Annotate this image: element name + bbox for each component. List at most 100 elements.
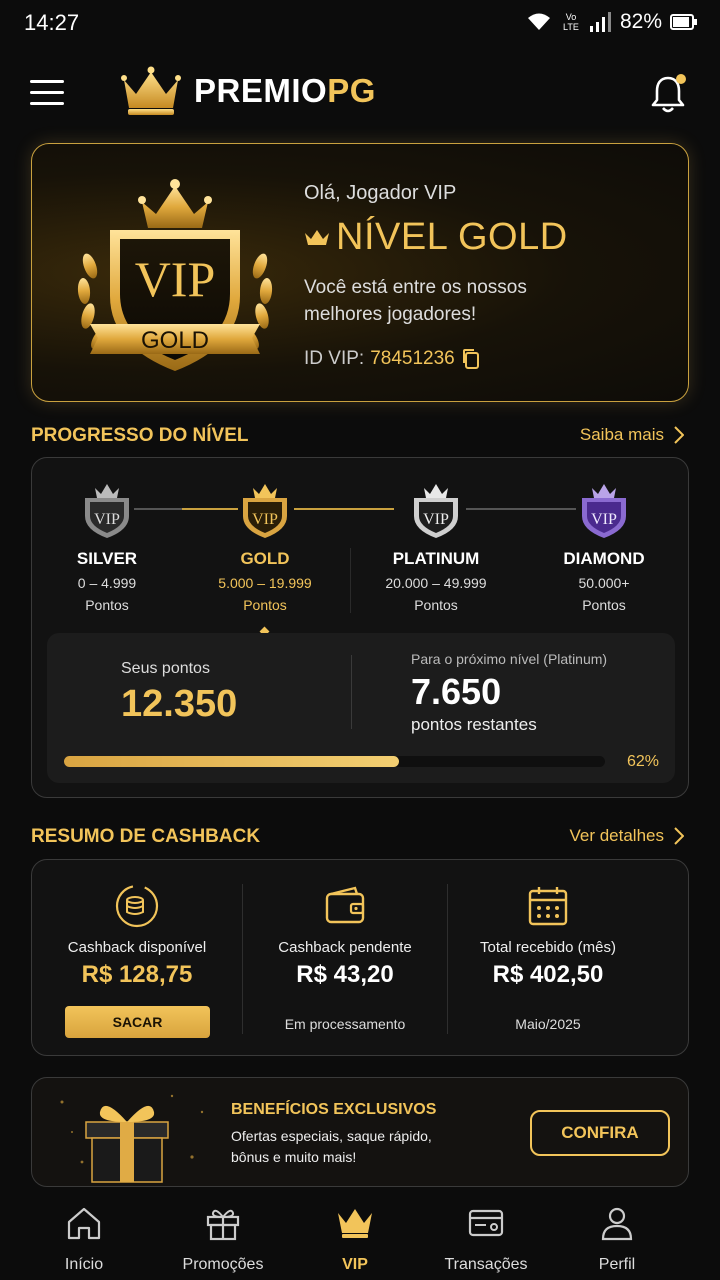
hero-level: NÍVEL GOLD xyxy=(304,216,568,259)
tier-diamond[interactable]: VIP DIAMOND 50.000+ Pontos xyxy=(529,476,679,613)
signal-icon xyxy=(589,12,611,32)
status-time: 14:27 xyxy=(24,10,80,35)
tier-unit: Pontos xyxy=(582,597,626,613)
svg-text:VIP: VIP xyxy=(591,511,617,528)
nav-transacoes[interactable]: Transações xyxy=(426,1203,546,1274)
cashback-pending: Cashback pendente R$ 43,20 Em processame… xyxy=(243,860,447,1057)
cashback-details-link[interactable]: Ver detalhes xyxy=(569,826,684,846)
points-divider xyxy=(351,655,352,729)
nav-inicio[interactable]: Início xyxy=(24,1203,144,1274)
hero-level-text: NÍVEL GOLD xyxy=(336,216,568,258)
diamond-shield-icon: VIP xyxy=(582,484,626,538)
home-icon xyxy=(67,1207,101,1240)
vip-id-value: 78451236 xyxy=(370,348,455,369)
badge-gold-text: GOLD xyxy=(141,327,209,354)
svg-text:VIP: VIP xyxy=(423,511,449,528)
cashback-available-label: Cashback disponível xyxy=(67,939,207,956)
points-panel: Seus pontos 12.350 Para o próximo nível … xyxy=(47,633,675,783)
calendar-icon xyxy=(528,887,568,926)
card-receipt-icon xyxy=(468,1209,504,1237)
gift-icon xyxy=(206,1209,240,1241)
tier-gold[interactable]: VIP GOLD 5.000 – 19.999 Pontos xyxy=(190,476,340,613)
progress-more-label: Saiba mais xyxy=(579,425,664,444)
vip-id-label: ID VIP: xyxy=(304,348,365,369)
vip-id: ID VIP: 78451236 xyxy=(304,348,481,370)
crown-icon xyxy=(305,229,329,245)
gift-box-icon xyxy=(60,1094,204,1183)
bottom-nav: Início Promoções VIP Transações Perfil xyxy=(0,1195,720,1280)
cashback-total-value: R$ 402,50 xyxy=(492,961,604,988)
svg-text:VIP: VIP xyxy=(252,511,278,528)
cashback-total: Total recebido (mês) R$ 402,50 Maio/2025 xyxy=(448,860,648,1057)
vip-hero-card: VIP GOLD Olá, Jogador VIP NÍVEL GOLD Voc… xyxy=(31,143,689,402)
logo: PREMIOPG xyxy=(120,64,376,118)
wallet-icon xyxy=(325,886,365,924)
tier-silver[interactable]: VIP SILVER 0 – 4.999 Pontos xyxy=(32,476,182,613)
progress-section-title: PROGRESSO DO NÍVEL xyxy=(31,425,249,446)
wifi-icon xyxy=(527,13,550,30)
cashback-total-period: Maio/2025 xyxy=(515,1016,581,1032)
next-level-label: Para o próximo nível (Platinum) xyxy=(411,651,608,667)
svg-text:VIP: VIP xyxy=(94,511,120,528)
menu-icon xyxy=(30,80,64,83)
badge-vip-text: VIP xyxy=(135,251,216,307)
tier-range: 50.000+ xyxy=(578,575,630,591)
nav-promocoes[interactable]: Promoções xyxy=(163,1203,283,1274)
hero-greeting: Olá, Jogador VIP xyxy=(304,182,457,204)
cashback-available: Cashback disponível R$ 128,75 SACAR xyxy=(32,860,242,1057)
tier-range: 5.000 – 19.999 xyxy=(218,575,312,591)
platinum-shield-icon: VIP xyxy=(414,484,458,538)
nav-vip[interactable]: VIP xyxy=(295,1203,415,1274)
tier-name: PLATINUM xyxy=(392,549,480,568)
status-indicators: Vo LTE 82% xyxy=(526,10,698,34)
cashback-details-label: Ver detalhes xyxy=(569,826,664,845)
chevron-right-icon xyxy=(674,827,684,845)
points-value: 12.350 xyxy=(121,683,238,725)
confira-button[interactable]: CONFIRA xyxy=(530,1110,670,1156)
chevron-right-icon xyxy=(674,426,684,444)
nav-label: Promoções xyxy=(182,1256,264,1273)
battery-percent: 82% xyxy=(619,10,662,33)
cashback-pending-value: R$ 43,20 xyxy=(296,961,394,988)
cashback-card: Cashback disponível R$ 128,75 SACAR Cash… xyxy=(31,859,689,1056)
user-icon xyxy=(601,1207,633,1241)
cashback-available-value: R$ 128,75 xyxy=(81,961,193,988)
cashback-pending-status: Em processamento xyxy=(284,1016,406,1032)
tier-name: DIAMOND xyxy=(563,549,645,568)
nav-perfil[interactable]: Perfil xyxy=(557,1203,677,1274)
progress-bar-fill xyxy=(64,756,400,767)
tier-platinum[interactable]: VIP PLATINUM 20.000 – 49.999 Pontos xyxy=(361,476,511,613)
tier-name: GOLD xyxy=(240,549,290,568)
tier-range: 0 – 4.999 xyxy=(77,575,137,591)
notifications-button[interactable] xyxy=(650,74,686,114)
notification-dot xyxy=(676,74,686,84)
cashback-total-label: Total recebido (mês) xyxy=(480,939,616,956)
menu-button[interactable] xyxy=(30,80,64,106)
copy-icon[interactable] xyxy=(461,348,481,370)
benefits-banner[interactable]: BENEFÍCIOS EXCLUSIVOS Ofertas especiais,… xyxy=(31,1077,689,1187)
points-label: Seus pontos xyxy=(121,660,210,677)
hero-description: Você está entre os nossos melhores jogad… xyxy=(304,277,527,325)
withdraw-button[interactable]: SACAR xyxy=(65,1006,210,1038)
crown-logo-icon xyxy=(121,66,181,115)
nav-label: Início xyxy=(64,1256,104,1273)
crown-icon xyxy=(338,1209,372,1238)
tier-unit: Pontos xyxy=(414,597,458,613)
next-level-value: 7.650 xyxy=(411,671,502,712)
progress-card: VIP SILVER 0 – 4.999 Pontos VIP GOLD 5.0… xyxy=(31,457,689,798)
tier-unit: Pontos xyxy=(85,597,129,613)
app-header: PREMIOPG xyxy=(0,58,720,130)
nav-label: VIP xyxy=(342,1256,368,1273)
next-level-sub: pontos restantes xyxy=(411,715,537,734)
battery-icon xyxy=(670,14,697,30)
nav-label: Transações xyxy=(444,1256,528,1273)
coins-cycle-icon xyxy=(115,884,159,928)
progress-more-link[interactable]: Saiba mais xyxy=(580,425,684,445)
cashback-pending-label: Cashback pendente xyxy=(278,939,412,956)
status-bar: 14:27 Vo LTE 82% xyxy=(0,0,720,48)
logo-text: PREMIOPG xyxy=(194,72,376,109)
progress-percent: 62% xyxy=(626,753,659,770)
progress-bar xyxy=(64,756,605,767)
network-label: Vo LTE xyxy=(563,12,579,32)
benefits-title: BENEFÍCIOS EXCLUSIVOS xyxy=(231,1101,437,1118)
